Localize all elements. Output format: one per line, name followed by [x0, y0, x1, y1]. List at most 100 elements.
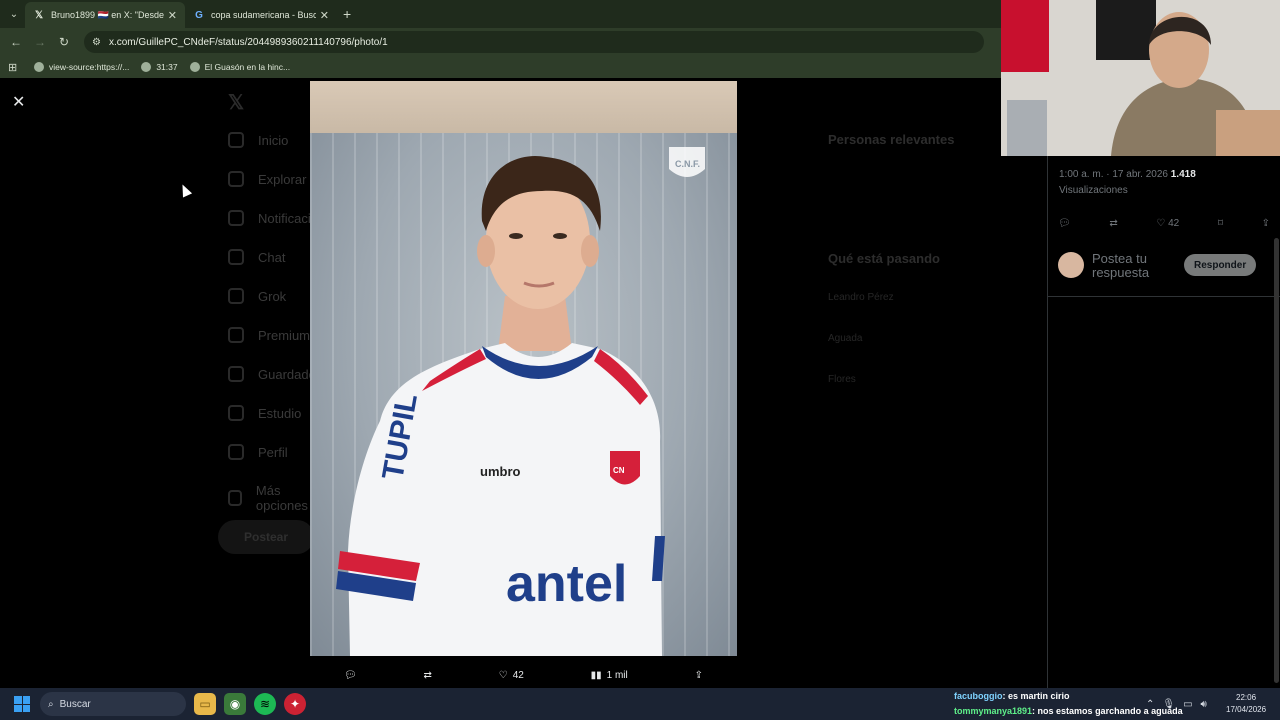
chevron-up-icon[interactable]: ⌃ [1146, 699, 1154, 710]
tab-search-chevron-icon[interactable]: ⌄ [3, 3, 25, 25]
bookmark-icon[interactable]: ⌑ [1218, 218, 1223, 229]
bookmark-label: 31:37 [156, 62, 178, 72]
share-action[interactable]: ⇪ [695, 670, 703, 681]
heart-icon: ♡ [498, 669, 508, 681]
svg-text:C.N.F.: C.N.F. [675, 159, 700, 169]
spotify-icon[interactable]: ≋ [254, 693, 276, 715]
chat-icon [228, 249, 244, 265]
tab-x-post[interactable]: 𝕏 Bruno1899 🇳🇱 en X: "Desde este ✕ [25, 2, 185, 28]
url-text: x.com/GuillePC_CNdeF/status/204498936021… [108, 36, 388, 48]
photo-action-bar: 💬︎ ⇄ ♡ 42 ▮▮ 1 mil ⇪ [310, 664, 737, 686]
webcam-overlay [1001, 0, 1280, 156]
trend-item: Leandro Pérez [828, 292, 894, 303]
chat-username: tommymanya1891 [954, 706, 1033, 716]
nav-item-studio: Estudio [228, 405, 301, 421]
network-icon[interactable]: ▭ [1183, 699, 1192, 710]
like-count: 42 [512, 669, 524, 681]
address-bar[interactable]: ⚙ x.com/GuillePC_CNdeF/status/2044989360… [84, 31, 984, 53]
tweet-meta: 1:00 a. m. · 17 abr. 2026 1.418 [1059, 169, 1196, 180]
tweet-actions: 💬︎ ⇄ ♡ 42 ⌑ ⇪ [1058, 218, 1270, 229]
trend-item: Aguada [828, 333, 863, 344]
nav-item-bookmarks: Guardados [228, 366, 322, 382]
site-info-icon[interactable]: ⚙ [92, 37, 101, 48]
back-arrow-icon[interactable]: ← [4, 35, 28, 49]
google-logo-icon: G [195, 9, 203, 21]
system-tray: ⌃ 🎙︎ ▭ 🔊︎ [1146, 688, 1207, 720]
like-action[interactable]: ♡ 42 [499, 670, 524, 681]
reply-button[interactable]: Responder [1184, 254, 1257, 276]
like-action[interactable]: ♡ 42 [1156, 218, 1179, 229]
nav-item-profile: Perfil [228, 444, 288, 460]
bar-chart-icon: ▮▮ [590, 669, 602, 681]
scrollbar[interactable] [1274, 238, 1279, 683]
share-icon: ⇪ [694, 669, 703, 681]
nav-label: Perfil [258, 444, 288, 460]
like-count: 42 [1168, 218, 1180, 229]
tweet-timestamp: 1:00 a. m. · 17 abr. 2026 [1059, 169, 1168, 180]
repost-icon[interactable]: ⇄ [1109, 218, 1117, 229]
bookmark-item[interactable]: El Guasón en la hinc... [189, 62, 291, 72]
nav-label: Estudio [258, 405, 302, 421]
repost-icon: ⇄ [423, 669, 432, 681]
chat-text: : es martin cirio [1002, 691, 1070, 701]
nav-item-more: Más opciones [228, 483, 322, 513]
reply-input[interactable]: Postea tu respuesta [1092, 252, 1180, 280]
windows-start-icon[interactable] [14, 696, 30, 712]
profile-icon [228, 444, 244, 460]
nav-item-grok: Grok [228, 288, 286, 304]
tab-title: Bruno1899 🇳🇱 en X: "Desde este [51, 9, 164, 20]
bookmark-icon [228, 366, 244, 382]
search-icon [228, 171, 244, 187]
bookmark-item[interactable]: view-source:https://... [34, 62, 129, 72]
tweet-detail-panel: 1:00 a. m. · 17 abr. 2026 1.418 Visualiz… [1047, 78, 1280, 688]
nav-label: Premium [258, 327, 311, 343]
reply-icon: 💬︎ [344, 669, 357, 681]
bookmark-label: El Guasón en la hinc... [204, 62, 291, 72]
x-logo-icon: 𝕏 [34, 9, 44, 21]
heart-icon: ♡ [1156, 218, 1166, 229]
close-viewer-icon[interactable]: ✕ [12, 92, 28, 111]
taskbar-clock[interactable]: 22:06 17/04/2026 [1226, 692, 1266, 716]
nav-item-explore: Explorar [228, 171, 306, 187]
right-sidebar-dimmed: Personas relevantes Qué está pasando Lea… [828, 132, 1038, 385]
bookmark-label: view-source:https://... [49, 62, 130, 72]
clock-time: 22:06 [1236, 693, 1257, 702]
more-icon [228, 490, 242, 506]
reload-icon[interactable]: ↻ [52, 35, 76, 49]
avatar [1058, 252, 1084, 278]
nav-label: Chat [258, 249, 286, 265]
share-icon[interactable]: ⇪ [1262, 218, 1270, 229]
search-icon: ⌕ [48, 698, 54, 710]
post-button-dimmed: Postear [218, 520, 314, 554]
nav-item-home: Inicio [228, 132, 288, 148]
globe-icon [189, 62, 200, 72]
app-icon[interactable]: ✦ [284, 693, 306, 715]
nav-item-chat: Chat [228, 249, 285, 265]
nav-item-premium: Premium [228, 327, 310, 343]
bookmark-item[interactable]: 31:37 [141, 62, 178, 72]
file-explorer-icon[interactable]: ▭ [194, 693, 216, 715]
grok-icon [228, 288, 244, 304]
club-watermark-logo: C.N.F. [669, 147, 705, 177]
tab-close-icon[interactable]: ✕ [168, 9, 177, 22]
views-label: Visualizaciones [1059, 185, 1128, 196]
taskbar-search[interactable]: ⌕ Buscar [40, 692, 186, 716]
views-action[interactable]: ▮▮ 1 mil [591, 670, 628, 681]
tab-title: copa sudamericana - Buscar con Google [211, 10, 316, 20]
volume-icon[interactable]: 🔊︎ [1201, 699, 1207, 710]
streamer-illustration [1001, 0, 1280, 156]
clock-date: 17/04/2026 [1226, 705, 1267, 714]
taskbar-search-label: Buscar [59, 698, 91, 710]
chrome-icon[interactable]: ◉ [224, 693, 246, 715]
tab-google-search[interactable]: G copa sudamericana - Buscar con Google … [185, 2, 337, 28]
tab-close-icon[interactable]: ✕ [320, 9, 329, 22]
nav-label: Inicio [258, 132, 289, 148]
reply-action[interactable]: 💬︎ [344, 670, 357, 681]
microphone-icon[interactable]: 🎙︎ [1162, 699, 1175, 710]
repost-action[interactable]: ⇄ [424, 670, 432, 681]
apps-grid-icon[interactable]: ⊞ [8, 61, 20, 74]
forward-arrow-icon[interactable]: → [28, 35, 52, 49]
reply-icon[interactable]: 💬︎ [1058, 218, 1071, 229]
new-tab-plus-icon[interactable]: + [343, 6, 351, 22]
post-photo[interactable]: TUPIL umbro antel CN C.N.F. [310, 81, 737, 656]
